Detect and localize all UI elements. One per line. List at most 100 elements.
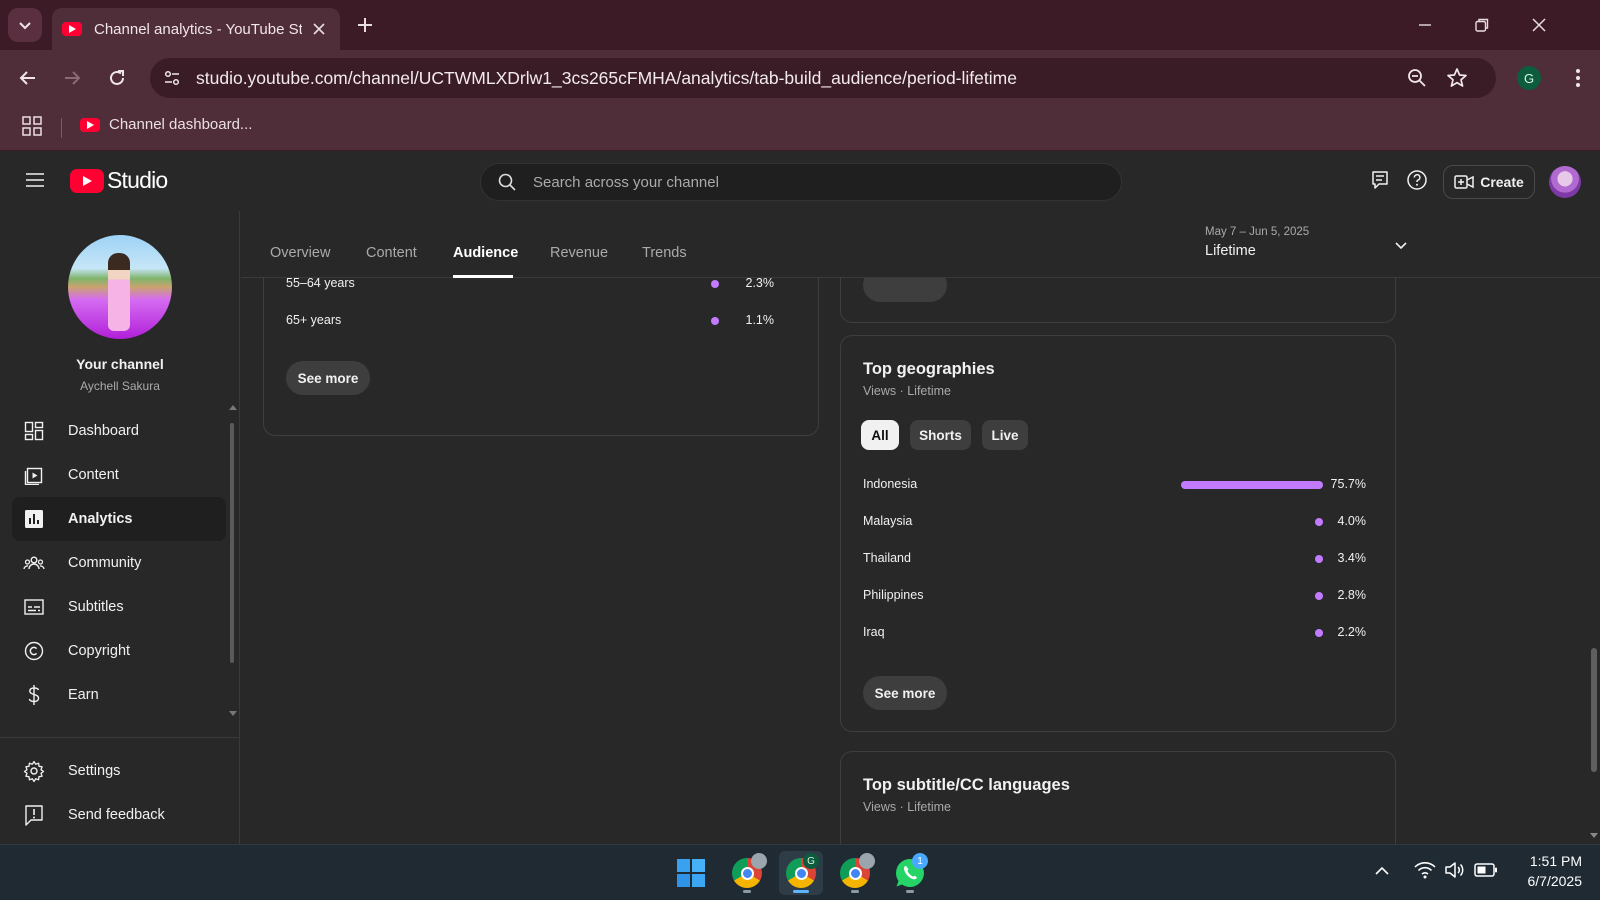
community-icon [23, 552, 45, 574]
sidebar-item-label: Community [68, 555, 142, 571]
geo-row-bar [1181, 481, 1323, 489]
age-row-label: 65+ years [286, 313, 342, 327]
analytics-icon [23, 508, 45, 530]
geo-row-label: Philippines [863, 588, 924, 602]
volume-icon[interactable] [1444, 861, 1466, 879]
clock-date[interactable]: 6/7/2025 [1500, 873, 1583, 889]
sidebar-item-copyright[interactable]: Copyright [12, 629, 226, 673]
more-vert-icon [1576, 69, 1580, 87]
close-window-button[interactable] [1524, 12, 1554, 38]
sidebar-item-label: Analytics [68, 511, 133, 527]
period-range[interactable]: May 7 – Jun 5, 2025 [1205, 226, 1309, 238]
content-icon [23, 464, 45, 486]
tab-search-button[interactable] [8, 8, 42, 42]
tab-content[interactable]: Content [366, 245, 417, 261]
sidebar: Your channel Aychell Sakura Dashboard Co… [0, 211, 240, 844]
sidebar-item-subtitles[interactable]: Subtitles [12, 585, 226, 629]
menu-icon[interactable] [24, 169, 46, 191]
main-scrollbar-thumb[interactable] [1591, 648, 1597, 772]
battery-icon[interactable] [1474, 863, 1498, 877]
chip-live[interactable]: Live [982, 420, 1028, 450]
sidebar-scroll-up-icon[interactable] [229, 404, 237, 410]
sidebar-item-settings[interactable]: Settings [12, 749, 226, 793]
card-title: Top geographies [863, 360, 995, 378]
channel-avatar[interactable] [68, 235, 172, 339]
copyright-icon [23, 640, 45, 662]
minimize-window-button[interactable] [1410, 12, 1440, 38]
browser-tab-active[interactable]: Channel analytics - YouTube Studio [52, 8, 340, 50]
restore-icon [1475, 18, 1489, 32]
chip-all[interactable]: All [861, 420, 899, 450]
start-button[interactable] [669, 851, 713, 895]
url-text[interactable]: studio.youtube.com/channel/UCTWMLXDrlw1_… [196, 68, 1017, 89]
search-box[interactable] [480, 163, 1122, 201]
sidebar-item-content[interactable]: Content [12, 453, 226, 497]
sidebar-item-analytics[interactable]: Analytics [12, 497, 226, 541]
wifi-icon[interactable] [1414, 861, 1436, 879]
bookmark-channel-dashboard[interactable]: Channel dashboard... [80, 116, 252, 133]
close-tab-icon[interactable] [310, 20, 328, 38]
top-subtitle-languages-card: Top subtitle/CC languages Views · Lifeti… [840, 751, 1396, 844]
browser-profile-avatar[interactable]: G [1517, 66, 1541, 90]
running-indicator [906, 890, 914, 893]
age-row-value: 1.1% [745, 313, 775, 327]
tab-trends[interactable]: Trends [642, 245, 687, 261]
logo-text: Studio [107, 167, 168, 193]
whatsapp-badge: 1 [912, 853, 928, 869]
sidebar-item-label: Content [68, 467, 119, 483]
reload-button[interactable] [103, 64, 131, 92]
sidebar-item-label: Copyright [68, 643, 131, 659]
video-add-icon [1454, 175, 1474, 189]
sidebar-item-label: Send feedback [68, 807, 165, 823]
main-scroll-down-icon[interactable] [1590, 833, 1598, 839]
bookmark-star-icon[interactable] [1446, 67, 1468, 89]
age-see-more-button[interactable]: See more [286, 361, 370, 395]
sidebar-item-label: Subtitles [68, 599, 124, 615]
back-button[interactable] [14, 64, 42, 92]
new-tab-button[interactable] [352, 12, 378, 38]
chip-shorts[interactable]: Shorts [910, 420, 971, 450]
help-icon[interactable] [1406, 169, 1428, 191]
tab-audience[interactable]: Audience [453, 245, 518, 261]
card-title: Top subtitle/CC languages [863, 776, 1070, 794]
browser-menu-button[interactable] [1566, 66, 1590, 90]
studio-logo[interactable]: Studio [70, 167, 168, 194]
tab-revenue[interactable]: Revenue [550, 245, 608, 261]
zoom-icon[interactable] [1406, 67, 1428, 89]
feedback-icon [23, 804, 45, 826]
sidebar-item-send-feedback[interactable]: Send feedback [12, 793, 226, 837]
create-button[interactable]: Create [1443, 165, 1535, 199]
sidebar-item-dashboard[interactable]: Dashboard [12, 409, 226, 453]
sidebar-item-label: Dashboard [68, 423, 139, 439]
chrome-profile-badge-icon [751, 853, 767, 869]
account-avatar[interactable] [1549, 166, 1581, 198]
period-selector[interactable]: Lifetime [1205, 243, 1256, 259]
sidebar-item-community[interactable]: Community [12, 541, 226, 585]
taskbar-chrome-3[interactable] [833, 851, 877, 895]
running-indicator [743, 890, 751, 893]
geo-row-value: 2.2% [1337, 625, 1367, 639]
address-bar[interactable]: studio.youtube.com/channel/UCTWMLXDrlw1_… [150, 58, 1496, 98]
apps-grid-icon[interactable] [22, 116, 42, 136]
chrome-profile-badge: G [803, 853, 819, 869]
chevron-up-icon[interactable] [1374, 863, 1390, 879]
search-input[interactable] [533, 164, 1093, 200]
sidebar-scroll-down-icon[interactable] [229, 711, 237, 717]
sidebar-item-earn[interactable]: Earn [12, 673, 226, 717]
taskbar-chrome-1[interactable] [725, 851, 769, 895]
taskbar-chrome-2[interactable]: G [779, 851, 823, 895]
geo-see-more-button[interactable]: See more [863, 676, 947, 710]
comments-feedback-icon[interactable] [1369, 169, 1391, 191]
clock-time[interactable]: 1:51 PM [1520, 853, 1582, 869]
tab-overview[interactable]: Overview [270, 245, 330, 261]
site-info-icon[interactable] [160, 66, 184, 90]
restore-window-button[interactable] [1467, 12, 1497, 38]
geo-row-value: 3.4% [1337, 551, 1367, 565]
chevron-down-icon[interactable] [1394, 238, 1408, 252]
sidebar-item-label: Settings [68, 763, 121, 779]
forward-button[interactable] [58, 64, 86, 92]
taskbar-whatsapp[interactable]: 1 [888, 851, 932, 895]
gear-icon [23, 760, 45, 782]
sidebar-scrollbar-thumb[interactable] [230, 423, 234, 663]
browser-toolbar: studio.youtube.com/channel/UCTWMLXDrlw1_… [0, 50, 1600, 106]
